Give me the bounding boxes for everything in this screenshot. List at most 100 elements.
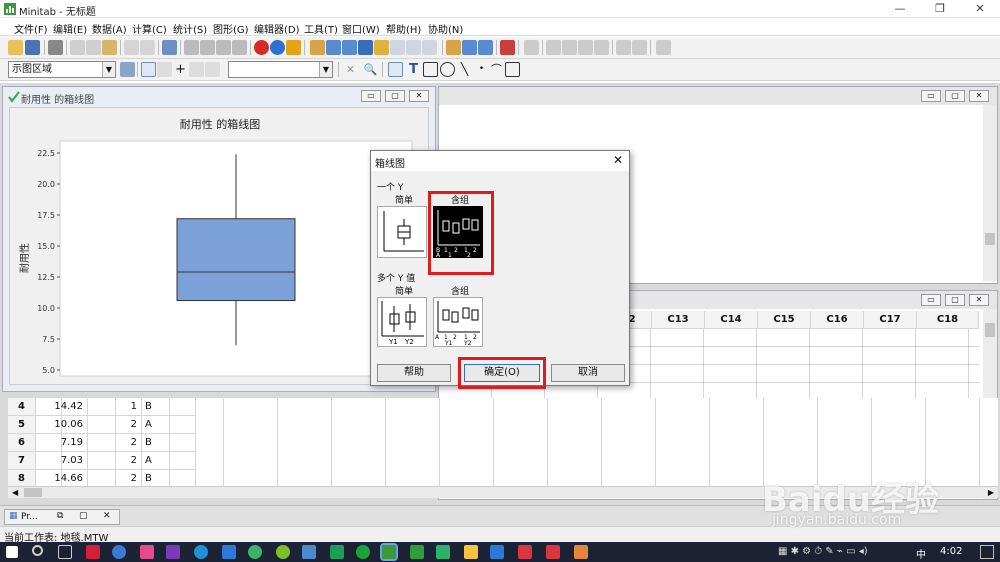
worksheet-maximize-button[interactable]: ▢ — [945, 294, 965, 306]
graph-region-combo[interactable]: 示图区域 ▼ — [8, 61, 116, 78]
cancel-button[interactable]: 取消 — [551, 364, 625, 382]
wechat-icon[interactable] — [356, 545, 370, 559]
row-header[interactable]: 6 — [8, 434, 36, 452]
rectangle-tool-icon[interactable] — [423, 62, 438, 77]
new-worksheet-icon[interactable] — [406, 40, 421, 55]
app-icon-3[interactable] — [140, 545, 154, 559]
cell-c3[interactable]: B — [142, 398, 196, 416]
column-icon[interactable] — [562, 40, 577, 55]
cell-c1[interactable]: 10.06 — [36, 416, 88, 434]
restore-button[interactable]: ❐ — [920, 0, 960, 18]
pen-icon[interactable] — [632, 40, 647, 55]
history-icon[interactable] — [342, 40, 357, 55]
column-header[interactable]: C15 — [758, 311, 811, 329]
sort-icon[interactable] — [546, 40, 561, 55]
minimized-project-window[interactable]: ▦ Pr... ⧉ ▢ ✕ — [4, 509, 120, 525]
windows-start-icon[interactable] — [6, 546, 18, 558]
menu-editor[interactable]: 编辑器(D) — [254, 21, 300, 36]
dialog-close-icon[interactable]: ✕ — [613, 153, 623, 167]
session-close-button[interactable]: ✕ — [969, 90, 989, 102]
restore-icon[interactable]: ⧉ — [57, 511, 63, 521]
menu-file[interactable]: 文件(F) — [14, 21, 48, 36]
session-minimize-button[interactable]: ▭ — [921, 90, 941, 102]
close-graph-icon[interactable] — [500, 40, 515, 55]
minimize-button[interactable]: — — [880, 0, 920, 18]
open-icon[interactable] — [8, 40, 23, 55]
app-icon-6[interactable] — [302, 545, 316, 559]
session-scrollbar[interactable] — [983, 105, 997, 281]
eraser-icon[interactable] — [656, 40, 671, 55]
cell-c3[interactable]: B — [142, 434, 196, 452]
tile-icon[interactable] — [422, 40, 437, 55]
menu-graph[interactable]: 图形(G) — [213, 21, 249, 36]
search-icon[interactable] — [32, 545, 43, 556]
menu-window[interactable]: 窗口(W) — [342, 21, 380, 36]
scroll-right-icon[interactable]: ▶ — [988, 488, 994, 497]
store-icon[interactable] — [222, 545, 236, 559]
binoculars-icon[interactable] — [232, 40, 247, 55]
delete-icon[interactable]: ✕ — [343, 62, 358, 77]
cell-c1[interactable]: 7.19 — [36, 434, 88, 452]
app-icon-7[interactable] — [330, 545, 344, 559]
arrow-down-icon[interactable] — [200, 40, 215, 55]
save-icon[interactable] — [25, 40, 40, 55]
cell-c2[interactable]: 2 — [88, 416, 142, 434]
app-icon-13[interactable] — [546, 545, 560, 559]
app-icon-12[interactable] — [518, 545, 532, 559]
refresh-icon[interactable] — [205, 62, 220, 77]
graph-region[interactable]: 耐用性 的箱线图 耐用性 5.0 7.5 10.0 12.5 15.0 17.5 20.0 2… — [9, 107, 429, 385]
cell-c1[interactable]: 7.03 — [36, 452, 88, 470]
report-pad-icon[interactable] — [390, 40, 405, 55]
edit-last-dialog-icon[interactable] — [162, 40, 177, 55]
menu-help[interactable]: 帮助(H) — [386, 21, 421, 36]
graph-layout-icon[interactable] — [478, 40, 493, 55]
cell-c1[interactable]: 14.42 — [36, 398, 88, 416]
worksheet-minimize-button[interactable]: ▭ — [921, 294, 941, 306]
graph-maximize-button[interactable]: ▢ — [385, 90, 405, 102]
copy-icon[interactable] — [86, 40, 101, 55]
help-icon[interactable] — [270, 40, 285, 55]
data-window-icon[interactable] — [326, 40, 341, 55]
brush-icon[interactable] — [616, 40, 631, 55]
cell-c3[interactable]: A — [142, 416, 196, 434]
select-arrow-icon[interactable] — [141, 62, 156, 77]
one-y-simple-option[interactable] — [377, 206, 427, 258]
flag-icon[interactable] — [189, 62, 204, 77]
task-view-icon[interactable] — [58, 545, 72, 559]
clock-time[interactable]: 4:02 — [940, 546, 962, 557]
row-header[interactable]: 5 — [8, 416, 36, 434]
attribute-combo[interactable]: ▼ — [228, 61, 333, 78]
onenote-icon[interactable] — [166, 545, 180, 559]
ellipse-tool-icon[interactable] — [440, 62, 455, 77]
menu-data[interactable]: 数据(A) — [92, 21, 127, 36]
app-icon-5[interactable] — [276, 545, 290, 559]
crosshair-icon[interactable]: + — [173, 62, 188, 77]
session-maximize-button[interactable]: ▢ — [945, 90, 965, 102]
cell-c2[interactable]: 1 — [88, 398, 142, 416]
scroll-left-icon[interactable]: ◀ — [12, 488, 18, 497]
menu-edit[interactable]: 编辑(E) — [53, 21, 87, 36]
brush-tool-icon[interactable] — [157, 62, 172, 77]
cell-c2[interactable]: 2 — [88, 434, 142, 452]
arrow-up-icon[interactable] — [184, 40, 199, 55]
find-icon[interactable] — [216, 40, 231, 55]
fx-icon[interactable] — [524, 40, 539, 55]
graph-folder-icon[interactable] — [374, 40, 389, 55]
column-header[interactable]: C14 — [705, 311, 758, 329]
app-icon-14[interactable] — [574, 545, 588, 559]
app-icon-9[interactable] — [436, 545, 450, 559]
app-icon-2[interactable] — [112, 545, 126, 559]
app-icon-4[interactable] — [248, 545, 262, 559]
paste-icon[interactable] — [102, 40, 117, 55]
column-header[interactable]: C17 — [864, 311, 917, 329]
cut-icon[interactable] — [70, 40, 85, 55]
column-header[interactable]: C13 — [652, 311, 705, 329]
multi-y-simple-option[interactable]: Y1 Y2 — [377, 297, 427, 347]
ime-indicator[interactable]: 中 — [916, 546, 926, 561]
app-icon-11[interactable] — [490, 545, 504, 559]
graph-brush-icon[interactable] — [446, 40, 461, 55]
print-icon[interactable] — [48, 40, 63, 55]
app-icon-8[interactable] — [410, 545, 424, 559]
menu-assist[interactable]: 协助(N) — [428, 21, 463, 36]
session-window-icon[interactable] — [310, 40, 325, 55]
